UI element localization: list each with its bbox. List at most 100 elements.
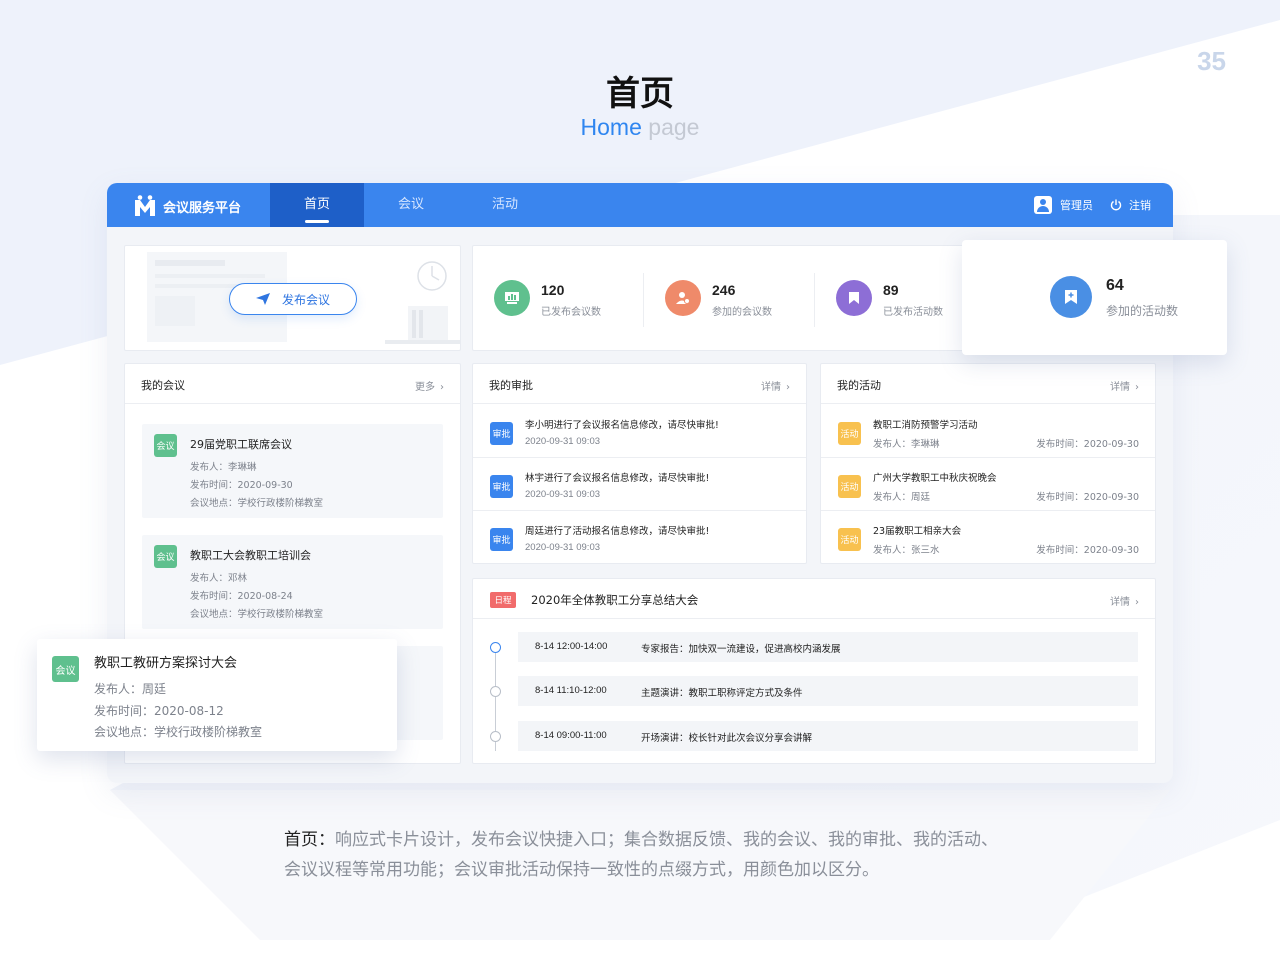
chevron-right-icon: › bbox=[786, 382, 790, 393]
meeting-time: 发布时间：2020-09-30 bbox=[190, 480, 293, 491]
details-link[interactable]: 详情 › bbox=[1110, 593, 1139, 608]
meeting-tag: 会议 bbox=[154, 545, 177, 568]
timeline-dot bbox=[490, 686, 501, 697]
logout-label: 注销 bbox=[1129, 199, 1151, 212]
panel-header: 我的活动 详情 › bbox=[821, 364, 1155, 404]
activity-title: 广州大学教职工中秋庆祝晚会 bbox=[873, 473, 997, 484]
activity-tag: 活动 bbox=[838, 475, 861, 498]
brand-name: 会议服务平台 bbox=[163, 201, 242, 216]
stat-joined-meetings[interactable]: 246 参加的会议数 bbox=[644, 246, 814, 352]
my-approvals-panel: 我的审批 详情 › 审批 李小明进行了会议报名信息修改，请尽快审批! 2020-0… bbox=[472, 363, 807, 564]
nav-meetings[interactable]: 会议 bbox=[364, 183, 458, 227]
send-icon bbox=[255, 293, 270, 305]
bookmark-add-icon bbox=[1050, 276, 1092, 318]
details-link[interactable]: 详情 › bbox=[761, 378, 790, 393]
approval-text: 林宇进行了会议报名信息修改，请尽快审批! bbox=[525, 473, 710, 484]
approval-tag: 审批 bbox=[490, 528, 513, 551]
stat-published-meetings[interactable]: 120 已发布会议数 bbox=[473, 246, 643, 352]
chevron-right-icon: › bbox=[1135, 382, 1139, 393]
stat-value: 120 bbox=[541, 282, 565, 298]
activity-item[interactable]: 活动 广州大学教职工中秋庆祝晚会 发布人：周廷 发布时间：2020-09-30 bbox=[821, 458, 1155, 511]
stat-label: 已发布会议数 bbox=[541, 307, 601, 318]
chart-icon bbox=[494, 280, 530, 316]
logout-button[interactable]: 注销 bbox=[1110, 197, 1151, 213]
schedule-time: 8-14 09:00-11:00 bbox=[535, 730, 607, 741]
user-name: 管理员 bbox=[1060, 199, 1093, 212]
approval-item[interactable]: 审批 李小明进行了会议报名信息修改，请尽快审批! 2020-09-31 09:0… bbox=[473, 405, 806, 458]
user-icon bbox=[665, 280, 701, 316]
power-icon bbox=[1110, 199, 1122, 211]
chevron-right-icon: › bbox=[1135, 597, 1139, 608]
meeting-item-highlight[interactable]: 会议 教职工教研方案探讨大会 发布人：周廷 发布时间：2020-08-12 会议… bbox=[37, 639, 397, 751]
schedule-time: 8-14 12:00-14:00 bbox=[535, 641, 608, 652]
stat-published-activities[interactable]: 89 已发布活动数 bbox=[815, 246, 985, 352]
meeting-time: 发布时间：2020-08-24 bbox=[190, 591, 293, 602]
panel-header: 我的会议 更多 › bbox=[125, 364, 460, 404]
meeting-place: 会议地点：学校行政楼阶梯教室 bbox=[94, 725, 263, 739]
activity-date: 发布时间：2020-09-30 bbox=[1036, 439, 1139, 450]
schedule-item[interactable]: 8-14 11:10-12:00 主题演讲：教职工职称评定方式及条件 bbox=[518, 676, 1138, 706]
publish-meeting-button[interactable]: 发布会议 bbox=[229, 283, 357, 315]
stat-label: 参加的会议数 bbox=[712, 307, 772, 318]
activity-publisher: 发布人：周廷 bbox=[873, 492, 931, 503]
schedule-item[interactable]: 8-14 12:00-14:00 专家报告：加快双一流建设，促进高校内涵发展 bbox=[518, 632, 1138, 662]
chevron-right-icon: › bbox=[440, 382, 444, 393]
approval-time: 2020-09-31 09:03 bbox=[525, 489, 601, 500]
schedule-desc: 开场演讲：校长针对此次会议分享会讲解 bbox=[641, 733, 813, 744]
meeting-time: 发布时间：2020-08-12 bbox=[94, 704, 224, 718]
user-menu[interactable]: 管理员 bbox=[1034, 196, 1093, 214]
stat-value: 89 bbox=[883, 282, 899, 298]
logo-icon bbox=[135, 195, 155, 216]
schedule-time: 8-14 11:10-12:00 bbox=[535, 685, 607, 696]
user-icon bbox=[1034, 196, 1052, 214]
activity-title: 23届教职工相亲大会 bbox=[873, 526, 962, 537]
schedule-title: 2020年全体教职工分享总结大会 bbox=[531, 593, 699, 607]
meeting-publisher: 发布人：周廷 bbox=[94, 682, 167, 696]
caption-body: 响应式卡片设计，发布会议快捷入口；集合数据反馈、我的会议、我的审批、我的活动、会… bbox=[284, 830, 998, 880]
activity-item[interactable]: 活动 教职工消防预警学习活动 发布人：李琳琳 发布时间：2020-09-30 bbox=[821, 405, 1155, 458]
timeline-dot bbox=[490, 642, 501, 653]
meeting-title: 教职工大会教职工培训会 bbox=[190, 549, 311, 562]
meeting-item[interactable]: 会议 教职工大会教职工培训会 发布人：邓林 发布时间：2020-08-24 会议… bbox=[142, 535, 443, 629]
approval-item[interactable]: 审批 林宇进行了会议报名信息修改，请尽快审批! 2020-09-31 09:03 bbox=[473, 458, 806, 511]
approval-tag: 审批 bbox=[490, 475, 513, 498]
stat-value: 246 bbox=[712, 282, 736, 298]
activity-date: 发布时间：2020-09-30 bbox=[1036, 492, 1139, 503]
meeting-title: 29届党职工联席会议 bbox=[190, 438, 292, 451]
meeting-tag: 会议 bbox=[154, 434, 177, 457]
meeting-place: 会议地点：学校行政楼阶梯教室 bbox=[190, 498, 324, 509]
top-navigation-bar: 会议服务平台 首页 会议 活动 管理员 注销 bbox=[107, 183, 1173, 227]
schedule-tag: 日程 bbox=[490, 592, 516, 608]
schedule-desc: 专家报告：加快双一流建设，促进高校内涵发展 bbox=[641, 644, 841, 655]
approval-item[interactable]: 审批 周廷进行了活动报名信息修改，请尽快审批! 2020-09-31 09:03 bbox=[473, 511, 806, 564]
activity-tag: 活动 bbox=[838, 422, 861, 445]
timeline-dot bbox=[490, 731, 501, 742]
approval-tag: 审批 bbox=[490, 422, 513, 445]
meeting-place: 会议地点：学校行政楼阶梯教室 bbox=[190, 609, 324, 620]
page-subtitle: Home page bbox=[0, 114, 1280, 141]
activity-publisher: 发布人：张三水 bbox=[873, 545, 940, 556]
nav-activities[interactable]: 活动 bbox=[458, 183, 552, 227]
description-caption: 首页：响应式卡片设计，发布会议快捷入口；集合数据反馈、我的会议、我的审批、我的活… bbox=[284, 825, 1004, 885]
schedule-item[interactable]: 8-14 09:00-11:00 开场演讲：校长针对此次会议分享会讲解 bbox=[518, 721, 1138, 751]
more-link[interactable]: 更多 › bbox=[415, 378, 444, 393]
activity-title: 教职工消防预警学习活动 bbox=[873, 420, 978, 431]
meeting-item[interactable]: 会议 29届党职工联席会议 发布人：李琳琳 发布时间：2020-09-30 会议… bbox=[142, 424, 443, 518]
panel-header: 我的审批 详情 › bbox=[473, 364, 806, 404]
meeting-publisher: 发布人：邓林 bbox=[190, 573, 248, 584]
activity-date: 发布时间：2020-09-30 bbox=[1036, 545, 1139, 556]
stat-joined-activities[interactable]: 64 参加的活动数 bbox=[962, 240, 1227, 355]
stat-label: 已发布活动数 bbox=[883, 307, 943, 318]
panel-title: 我的活动 bbox=[837, 379, 881, 392]
details-link[interactable]: 详情 › bbox=[1110, 378, 1139, 393]
activity-item[interactable]: 活动 23届教职工相亲大会 发布人：张三水 发布时间：2020-09-30 bbox=[821, 511, 1155, 564]
caption-lead: 首页： bbox=[284, 830, 335, 850]
schedule-panel: 日程 2020年全体教职工分享总结大会 详情 › 8-14 12:00-14:00… bbox=[472, 578, 1156, 764]
bookmark-icon bbox=[836, 280, 872, 316]
approval-text: 李小明进行了会议报名信息修改，请尽快审批! bbox=[525, 420, 719, 431]
page-title: 首页 bbox=[606, 74, 674, 114]
meeting-title: 教职工教研方案探讨大会 bbox=[94, 656, 238, 671]
panel-header: 日程 2020年全体教职工分享总结大会 详情 › bbox=[473, 579, 1155, 619]
nav-home[interactable]: 首页 bbox=[270, 183, 364, 227]
approval-text: 周廷进行了活动报名信息修改，请尽快审批! bbox=[525, 526, 710, 537]
